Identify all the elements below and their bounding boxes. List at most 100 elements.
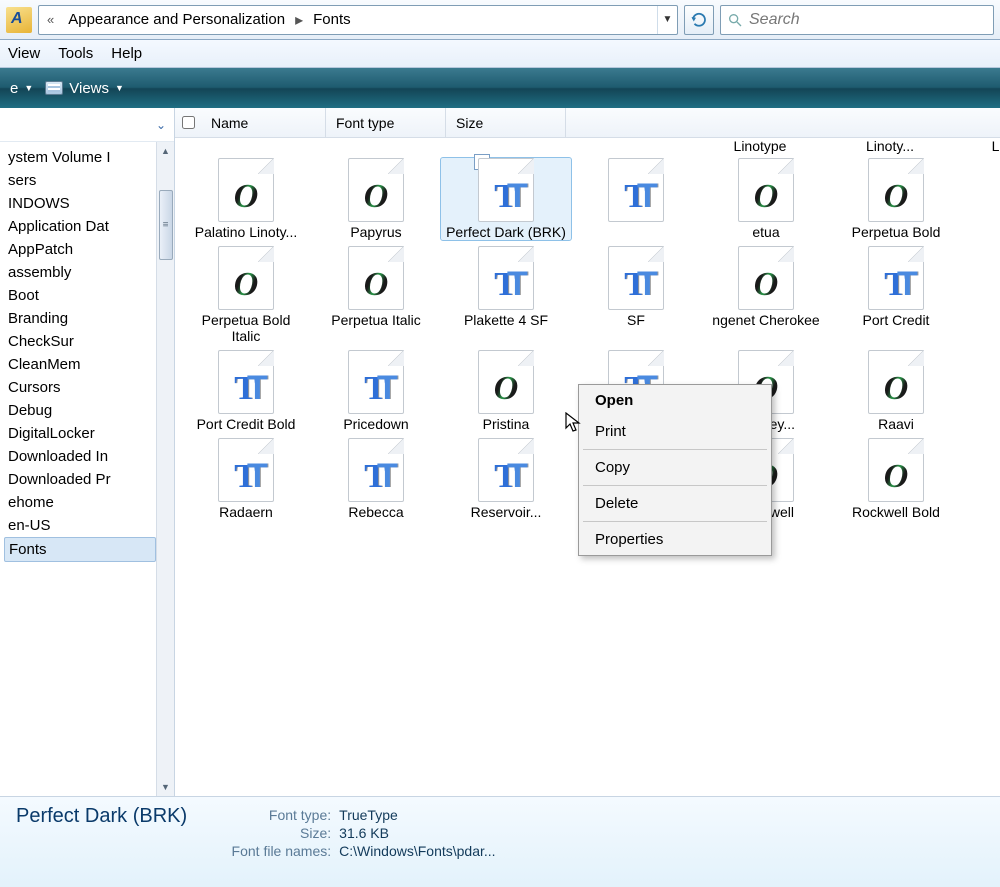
column-headers[interactable]: Name Font type Size [175,108,1000,138]
organize-label-suffix: e [10,80,18,97]
menu-help[interactable]: Help [111,45,142,62]
font-label: Raavi [878,416,914,432]
breadcrumb-bar[interactable]: « Appearance and Personalization ▸ Fonts… [38,5,678,35]
font-label: Port Credit [863,312,930,328]
menu-tools[interactable]: Tools [58,45,93,62]
nav-item[interactable]: Debug [4,399,156,422]
font-label: Rebecca [348,504,403,520]
scroll-down-icon[interactable]: ▼ [161,778,170,796]
font-item[interactable]: TTRadaern [181,438,311,520]
nav-scrollbar[interactable]: ▲ ▼ [156,142,174,796]
menu-view[interactable]: View [8,45,40,62]
font-item[interactable]: TTPort Credit [831,246,961,344]
font-label: Perpetua Bold [852,224,941,240]
nav-item[interactable]: Downloaded Pr [4,468,156,491]
ctx-open[interactable]: Open [579,385,771,416]
chevron-down-icon: ▼ [24,83,33,93]
column-name[interactable]: Name [201,108,326,137]
font-item[interactable]: OPalatino Linoty... [181,158,311,240]
scroll-thumb[interactable] [159,190,173,260]
font-label: Rockwell Bold [852,504,940,520]
nav-item[interactable]: Application Dat [4,215,156,238]
organize-button[interactable]: e ▼ [10,80,33,97]
nav-item[interactable]: CheckSur [4,330,156,353]
breadcrumb-current[interactable]: Fonts [307,11,357,28]
font-item[interactable]: TTPlakette 4 SF [441,246,571,344]
font-item[interactable]: Ongenet Cherokee [701,246,831,344]
nav-item[interactable]: assembly [4,261,156,284]
menu-separator [583,449,767,450]
nav-item[interactable]: DigitalLocker [4,422,156,445]
details-path-value: C:\Windows\Fonts\pdar... [339,843,495,859]
font-item[interactable]: OPerpetua Bold [831,158,961,240]
cutoff-row: LinotypeLinoty...Linotyp... [175,138,1000,156]
search-icon [727,12,743,28]
nav-item[interactable]: Boot [4,284,156,307]
font-label: Palatino Linoty... [195,224,297,240]
nav-tree[interactable]: ystem Volume IsersINDOWSApplication DatA… [0,142,156,796]
details-path-label: Font file names: [211,843,331,859]
nav-item[interactable]: ystem Volume I [4,146,156,169]
nav-item[interactable]: Fonts [4,537,156,562]
font-item[interactable]: TTPort Credit Bold [181,350,311,432]
address-bar: A « Appearance and Personalization ▸ Fon… [0,0,1000,40]
font-item[interactable]: ORaavi [831,350,961,432]
body-split: ⌄ ystem Volume IsersINDOWSApplication Da… [0,108,1000,796]
menu-separator [583,485,767,486]
font-item[interactable]: TT [571,158,701,240]
font-item[interactable]: TTSF [571,246,701,344]
font-item[interactable]: TTRebecca [311,438,441,520]
scroll-up-icon[interactable]: ▲ [161,142,170,160]
font-label: Plakette 4 SF [464,312,548,328]
views-button[interactable]: Views ▼ [45,80,124,97]
details-metadata: Font type:TrueType Size:31.6 KB Font fil… [211,805,495,880]
font-label: Port Credit Bold [197,416,296,432]
search-placeholder: Search [749,11,800,29]
command-bar: e ▼ Views ▼ [0,68,1000,108]
font-item[interactable]: Oetua [701,158,831,240]
nav-collapse[interactable]: ⌄ [0,108,174,142]
navigation-pane: ⌄ ystem Volume IsersINDOWSApplication Da… [0,108,175,796]
font-item[interactable]: OPristina [441,350,571,432]
font-item[interactable]: OPerpetua Italic [311,246,441,344]
font-label: Perpetua Bold Italic [186,312,306,344]
font-label: ngenet Cherokee [712,312,819,328]
explorer-window: A « Appearance and Personalization ▸ Fon… [0,0,1000,887]
font-item[interactable]: OPerpetua Bold Italic [181,246,311,344]
folder-icon: A [6,7,32,33]
search-input[interactable]: Search [720,5,994,35]
refresh-button[interactable] [684,5,714,35]
nav-item[interactable]: Branding [4,307,156,330]
nav-item[interactable]: en-US [4,514,156,537]
font-item[interactable]: TTReservoir... [441,438,571,520]
breadcrumb-dropdown[interactable]: ▼ [657,6,677,34]
details-type-value: TrueType [339,807,398,823]
ctx-delete[interactable]: Delete [579,488,771,519]
nav-item[interactable]: INDOWS [4,192,156,215]
menu-bar: View Tools Help [0,40,1000,68]
font-label: etua [752,224,779,240]
font-item[interactable]: ✓TTPerfect Dark (BRK) [441,158,571,240]
nav-item[interactable]: Downloaded In [4,445,156,468]
details-pane: Perfect Dark (BRK) Font type:TrueType Si… [0,796,1000,887]
nav-item[interactable]: ehome [4,491,156,514]
column-size[interactable]: Size [446,108,566,137]
nav-item[interactable]: CleanMem [4,353,156,376]
ctx-copy[interactable]: Copy [579,452,771,483]
nav-item[interactable]: Cursors [4,376,156,399]
nav-item[interactable]: AppPatch [4,238,156,261]
column-type[interactable]: Font type [326,108,446,137]
font-item[interactable]: ORockwell Bold [831,438,961,520]
font-item[interactable]: OPapyrus [311,158,441,240]
ctx-print[interactable]: Print [579,416,771,447]
ctx-properties[interactable]: Properties [579,524,771,555]
font-label: Perfect Dark (BRK) [446,224,566,240]
font-item[interactable]: TTPricedown [311,350,441,432]
details-size-label: Size: [211,825,331,841]
font-label: SF [627,312,645,328]
select-all-checkbox[interactable] [182,116,195,129]
nav-item[interactable]: sers [4,169,156,192]
menu-separator [583,521,767,522]
breadcrumb-parent[interactable]: Appearance and Personalization [62,11,291,28]
chevron-back-icon[interactable]: « [39,12,62,27]
